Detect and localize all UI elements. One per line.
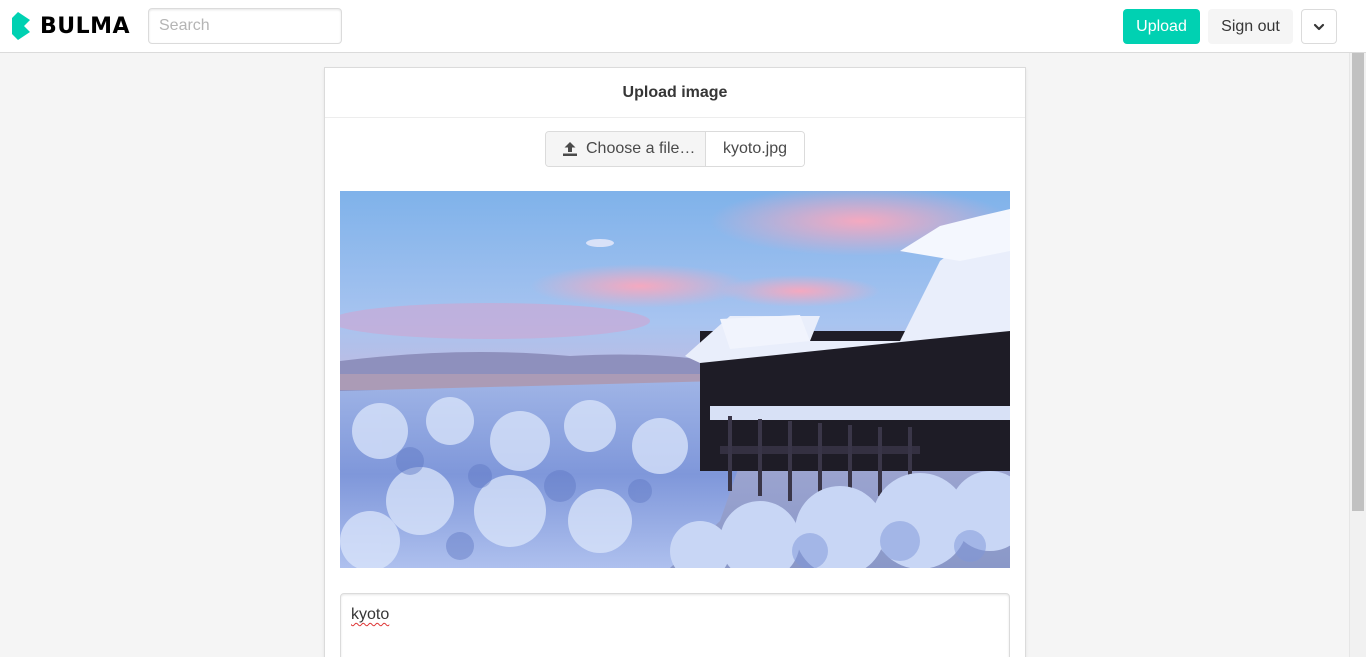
navbar: BULMA Upload Sign out (0, 0, 1366, 53)
caption-textarea[interactable]: kyoto (340, 593, 1010, 657)
choose-file-label: Choose a file… (586, 140, 696, 157)
brand-logo[interactable]: BULMA (12, 10, 130, 42)
scrollbar-thumb[interactable] (1352, 53, 1364, 511)
kyoto-photo (340, 191, 1010, 568)
caption-value: kyoto (351, 606, 390, 623)
menu-dropdown-button[interactable] (1301, 9, 1337, 44)
brand-name: BULMA (40, 13, 131, 39)
upload-icon (563, 142, 577, 156)
choose-file-button[interactable]: Choose a file… (546, 132, 706, 166)
upload-button[interactable]: Upload (1123, 9, 1200, 44)
upload-card: Upload image Choose a file… kyoto.jpg ky… (324, 67, 1026, 657)
file-input[interactable]: Choose a file… kyoto.jpg (545, 131, 805, 167)
card-header: Upload image (325, 68, 1025, 118)
image-preview (340, 191, 1010, 568)
chevron-down-icon (1313, 23, 1325, 30)
page-scrollbar[interactable] (1349, 53, 1366, 657)
card-title: Upload image (622, 83, 728, 101)
search-input[interactable] (148, 8, 342, 44)
file-name: kyoto.jpg (706, 132, 804, 166)
bulma-logo-icon (12, 12, 30, 40)
sign-out-button[interactable]: Sign out (1208, 9, 1293, 44)
